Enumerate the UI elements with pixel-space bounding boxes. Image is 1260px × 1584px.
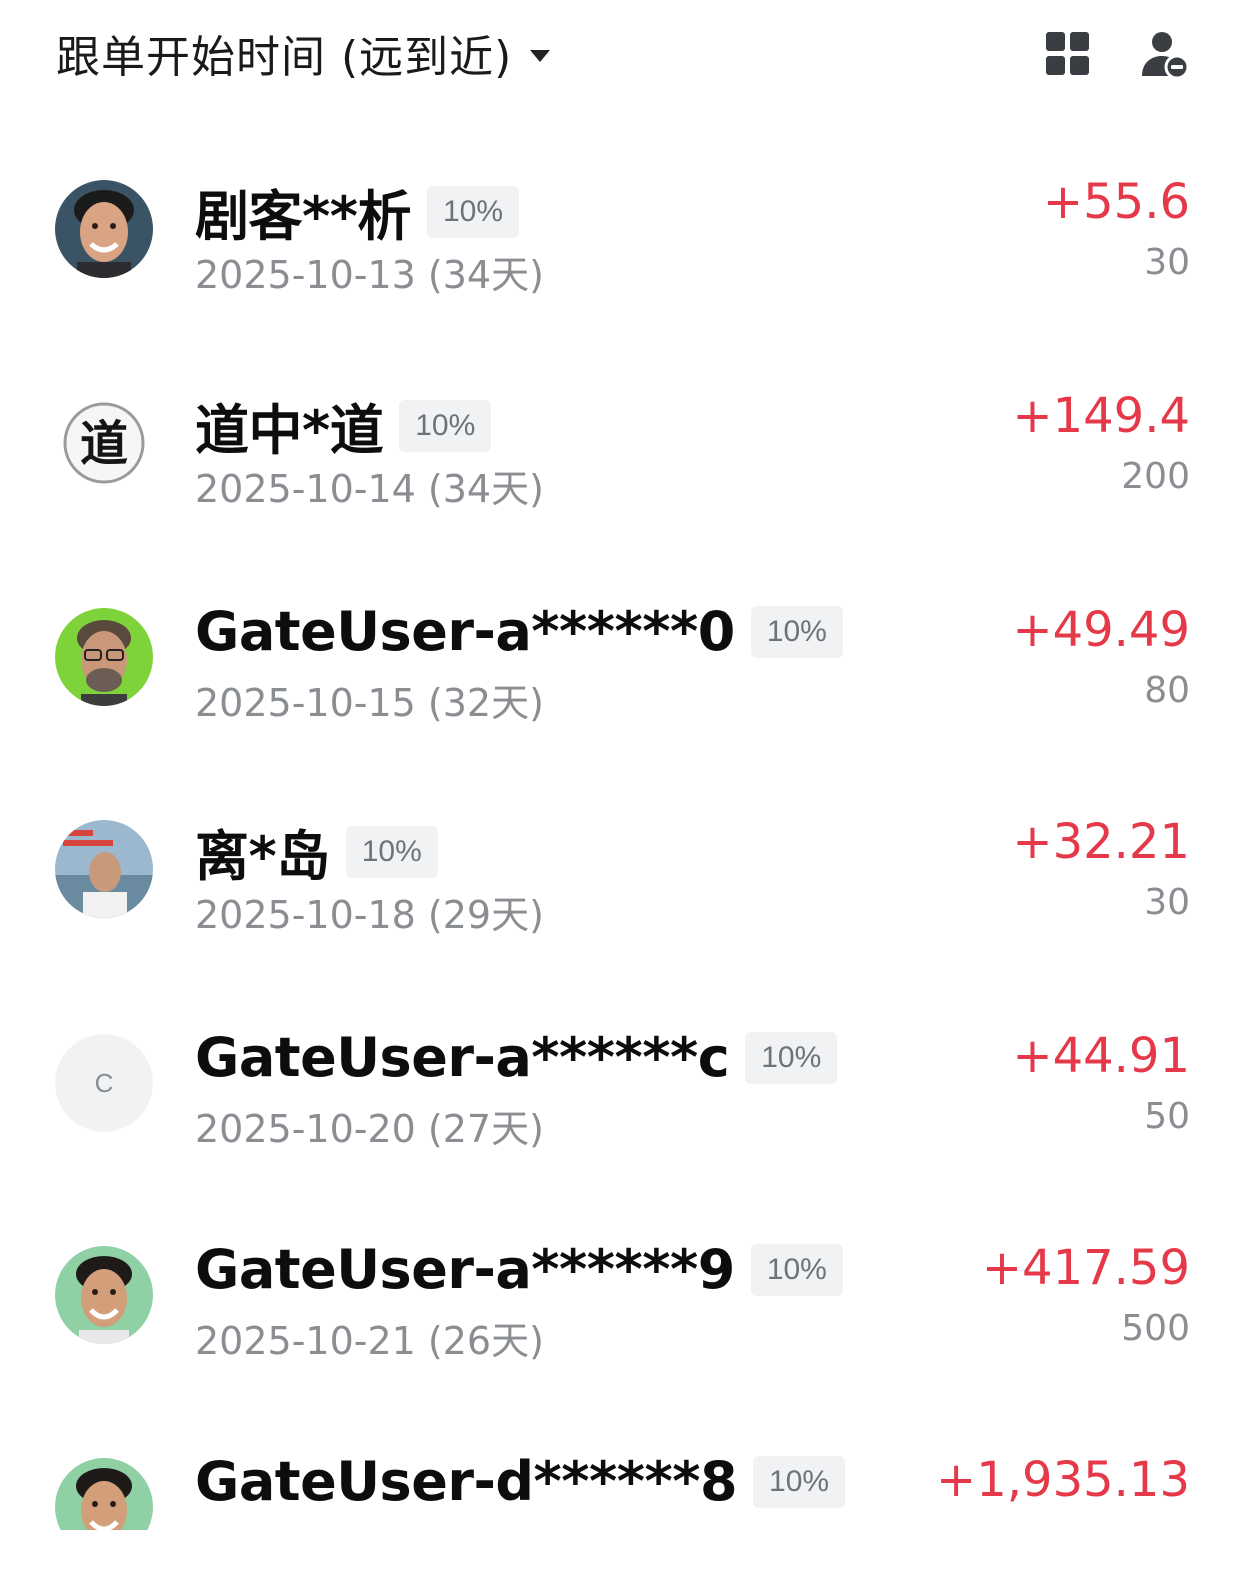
ratio-badge: 10% (399, 399, 492, 452)
avatar (55, 1458, 153, 1530)
trader-name: 道中*道 (195, 399, 384, 462)
trader-name: 离*岛 (195, 825, 330, 888)
profit-value: +44.91 (1012, 1028, 1190, 1084)
avatar (55, 608, 153, 706)
copy-trading-list-page: 跟单开始时间 (远到近) 剧客**析 10% 2025-10-13 (34天) … (0, 0, 1260, 1584)
name-line: GateUser-a******9 10% (195, 1238, 843, 1301)
profit-value: +32.21 (1012, 814, 1190, 870)
name-line: 剧客**析 10% (195, 172, 520, 251)
amount-value: 30 (1144, 882, 1190, 923)
avatar-text: 道 (80, 416, 128, 472)
avatar (55, 180, 153, 278)
profit-value: +1,935.13 (936, 1452, 1190, 1508)
header: 跟单开始时间 (远到近) (0, 0, 1260, 110)
ratio-badge: 10% (750, 605, 843, 658)
trader-name: GateUser-a******0 (195, 600, 735, 663)
profit-value: +149.4 (1012, 388, 1190, 444)
sort-dropdown[interactable]: 跟单开始时间 (远到近) (56, 22, 551, 84)
list-item[interactable]: 道 道中*道 10% 2025-10-14 (34天) +149.4 200 (0, 366, 1260, 578)
ratio-badge: 10% (426, 185, 520, 238)
ratio-badge: 10% (745, 1031, 838, 1084)
name-line: GateUser-a******c 10% (195, 1026, 838, 1089)
name-line: 离*岛 10% (195, 812, 438, 891)
trader-name: 剧客**析 (195, 185, 411, 248)
name-line: GateUser-d******8 10% (195, 1450, 846, 1513)
ratio-badge: 10% (345, 825, 438, 878)
avatar: 道 (55, 394, 153, 492)
avatar-text: C (95, 1068, 114, 1098)
avatar (55, 1246, 153, 1344)
avatar (55, 820, 153, 918)
trader-name: GateUser-d******8 (195, 1450, 738, 1513)
start-date: 2025-10-14 (34天) (195, 467, 544, 511)
avatar: C (55, 1034, 153, 1132)
amount-value: 80 (1144, 670, 1190, 711)
profit-value: +49.49 (1012, 602, 1190, 658)
list-item[interactable]: 剧客**析 10% 2025-10-13 (34天) +55.6 30 (0, 152, 1260, 364)
start-date: 2025-10-21 (26天) (195, 1319, 544, 1363)
trader-name: GateUser-a******c (195, 1026, 730, 1089)
person-remove-icon[interactable] (1140, 30, 1190, 80)
amount-value: 50 (1144, 1096, 1190, 1137)
start-date: 2025-10-18 (29天) (195, 893, 544, 937)
chevron-down-icon (530, 50, 551, 62)
grid-icon[interactable] (1044, 30, 1092, 78)
ratio-badge: 10% (753, 1455, 846, 1508)
list-item[interactable]: GateUser-d******8 10% +1,935.13 (0, 1430, 1260, 1530)
trader-list: 剧客**析 10% 2025-10-13 (34天) +55.6 30 道 道中… (0, 110, 1260, 1530)
start-date: 2025-10-15 (32天) (195, 681, 544, 725)
name-line: 道中*道 10% (195, 386, 492, 465)
start-date: 2025-10-13 (34天) (195, 253, 544, 297)
list-item[interactable]: GateUser-a******0 10% 2025-10-15 (32天) +… (0, 580, 1260, 792)
ratio-badge: 10% (750, 1243, 843, 1296)
amount-value: 500 (1121, 1308, 1190, 1349)
start-date: 2025-10-20 (27天) (195, 1107, 544, 1151)
amount-value: 30 (1144, 242, 1190, 283)
trader-name: GateUser-a******9 (195, 1238, 735, 1301)
list-item[interactable]: 离*岛 10% 2025-10-18 (29天) +32.21 30 (0, 792, 1260, 1004)
sort-label: 跟单开始时间 (远到近) (56, 32, 513, 83)
amount-value: 200 (1121, 456, 1190, 497)
name-line: GateUser-a******0 10% (195, 600, 843, 663)
profit-value: +55.6 (1042, 174, 1190, 230)
profit-value: +417.59 (981, 1240, 1190, 1296)
list-item[interactable]: GateUser-a******9 10% 2025-10-21 (26天) +… (0, 1218, 1260, 1430)
list-item[interactable]: C GateUser-a******c 10% 2025-10-20 (27天)… (0, 1006, 1260, 1218)
